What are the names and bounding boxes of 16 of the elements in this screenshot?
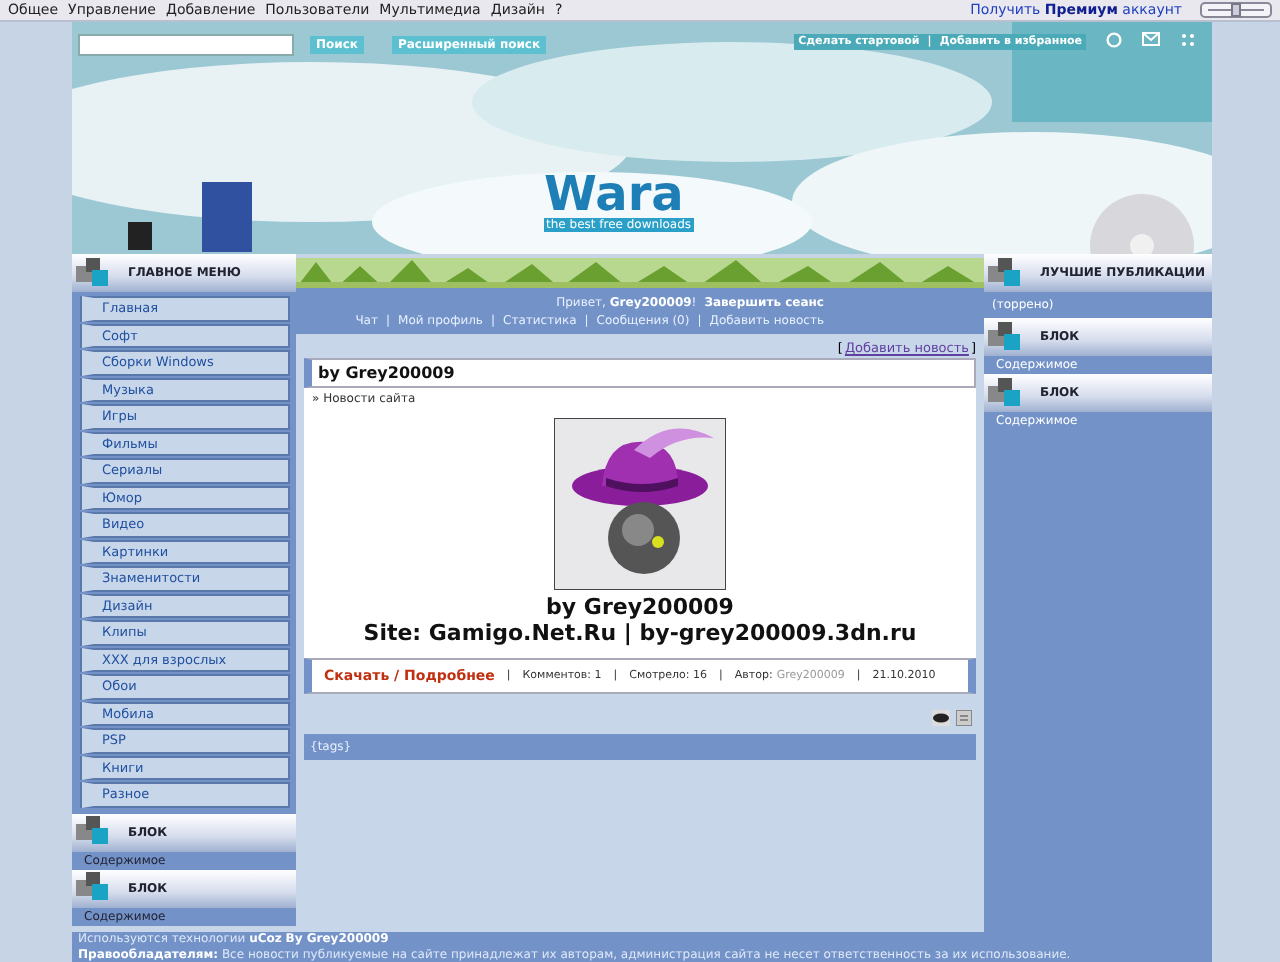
- toggle-icon[interactable]: [1200, 2, 1272, 18]
- eye-icon[interactable]: [932, 710, 950, 726]
- blocks-icon: [988, 321, 1024, 353]
- blocks-icon: [988, 257, 1024, 289]
- blocks-icon: [988, 377, 1024, 409]
- blocks-icon: [76, 872, 112, 904]
- blocks-icon: [76, 257, 112, 289]
- site-logo: Wara: [544, 166, 684, 222]
- document-icon[interactable]: [956, 710, 972, 726]
- mail-icon[interactable]: [1142, 32, 1160, 46]
- post-caption: Site: Gamigo.Net.Ru | by-grey200009.3dn.ru: [361, 620, 919, 646]
- post-caption: by Grey200009: [544, 594, 736, 620]
- post-title: by Grey200009: [304, 358, 976, 388]
- search-field[interactable]: [78, 34, 294, 56]
- dots-icon[interactable]: [1180, 32, 1196, 48]
- blocks-icon: [76, 816, 112, 848]
